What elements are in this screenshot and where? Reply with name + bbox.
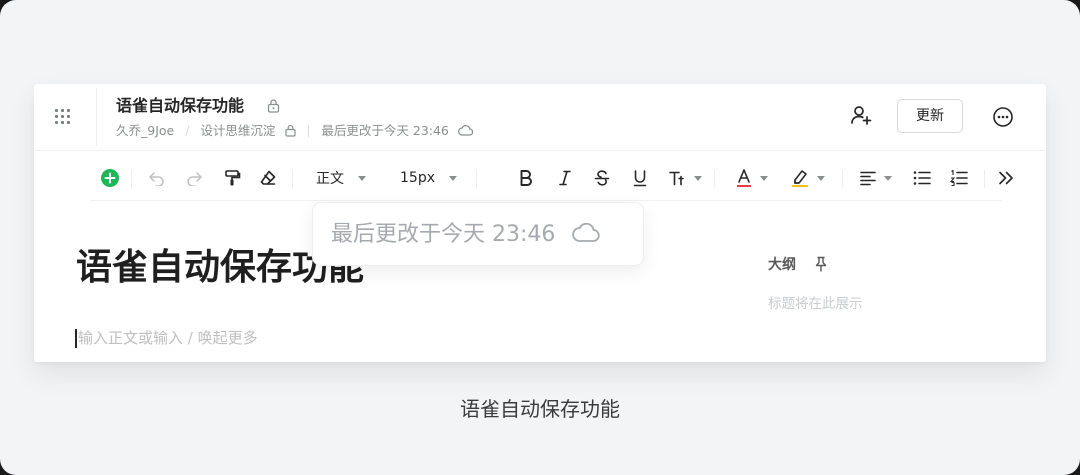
more-options-icon[interactable]: [992, 106, 1014, 132]
editor-toolbar: 正文 15px: [90, 156, 1013, 201]
undo-icon[interactable]: [147, 166, 167, 190]
font-size-value: 15px: [400, 170, 435, 186]
body-placeholder[interactable]: 输入正文或输入 / 唤起更多: [78, 328, 258, 348]
format-painter-icon[interactable]: [223, 166, 241, 190]
italic-icon[interactable]: [558, 166, 572, 190]
chevron-down-icon: [694, 175, 702, 181]
knowledge-base-link[interactable]: 设计思维沉淀: [200, 123, 275, 139]
more-text-format-select[interactable]: [668, 166, 702, 190]
toolbar-divider: [984, 170, 985, 188]
font-color-icon: [737, 169, 751, 187]
more-tools-icon[interactable]: [998, 166, 1014, 190]
popover-text: 最后更改于今天 23:46: [331, 222, 556, 247]
page-title: 语雀自动保存功能: [116, 96, 245, 115]
chevron-down-icon: [358, 175, 366, 181]
author-link[interactable]: 久乔_9Joe: [116, 123, 174, 139]
toolbar-divider: [292, 170, 293, 188]
screenshot-frame: 语雀自动保存功能 久乔_9Joe / 设计思维沉淀 最后更改于今天 23:46 …: [0, 0, 1080, 475]
breadcrumb: 久乔_9Joe / 设计思维沉淀 最后更改于今天 23:46: [116, 122, 474, 139]
clear-format-icon[interactable]: [259, 166, 277, 190]
toolbar-divider: [842, 170, 843, 188]
meta-divider: [308, 124, 310, 137]
chevron-down-icon: [760, 175, 768, 181]
text-cursor: [75, 329, 77, 348]
toolbar-divider: [714, 170, 715, 188]
align-select[interactable]: [860, 166, 892, 190]
toolbar-divider: [476, 170, 477, 188]
text-format-icon: [669, 171, 684, 186]
numbered-list-icon[interactable]: [950, 166, 968, 190]
chevron-down-icon: [884, 175, 892, 181]
editor-window: 语雀自动保存功能 久乔_9Joe / 设计思维沉淀 最后更改于今天 23:46 …: [34, 84, 1046, 362]
document-header: 语雀自动保存功能 久乔_9Joe / 设计思维沉淀 最后更改于今天 23:46 …: [34, 84, 1046, 151]
bullet-list-icon[interactable]: [913, 166, 931, 190]
font-color-select[interactable]: [736, 166, 768, 190]
strikethrough-icon[interactable]: [594, 166, 610, 190]
highlighter-icon: [792, 170, 808, 187]
lock-icon: [267, 98, 280, 117]
header-divider: [96, 88, 97, 146]
highlight-color-select[interactable]: [791, 166, 825, 190]
add-collaborator-icon[interactable]: [850, 104, 872, 130]
font-size-select[interactable]: 15px: [400, 166, 457, 190]
outline-title: 大纲: [768, 257, 796, 273]
chevron-down-icon: [817, 175, 825, 181]
paragraph-style-select[interactable]: 正文: [316, 166, 366, 190]
last-modified-text: 最后更改于今天 23:46: [321, 122, 449, 138]
cloud-icon: [457, 125, 474, 136]
redo-icon[interactable]: [184, 166, 204, 190]
chevron-down-icon: [449, 175, 457, 181]
last-modified-popover: 最后更改于今天 23:46: [312, 202, 644, 266]
lock-small-icon: [285, 124, 297, 137]
outline-empty-hint: 标题将在此展示: [768, 296, 863, 312]
cloud-icon: [572, 222, 601, 242]
pin-icon[interactable]: [814, 256, 828, 276]
underline-icon[interactable]: [632, 166, 648, 190]
paragraph-style-value: 正文: [316, 171, 344, 187]
insert-plus-icon[interactable]: [100, 166, 120, 190]
toolbar-divider: [131, 170, 132, 188]
apps-grid-icon[interactable]: [55, 109, 70, 124]
bold-icon[interactable]: [519, 166, 533, 190]
figure-caption: 语雀自动保存功能: [460, 397, 620, 421]
breadcrumb-separator: /: [185, 122, 190, 138]
align-left-icon: [860, 171, 876, 186]
update-button[interactable]: 更新: [897, 99, 963, 133]
